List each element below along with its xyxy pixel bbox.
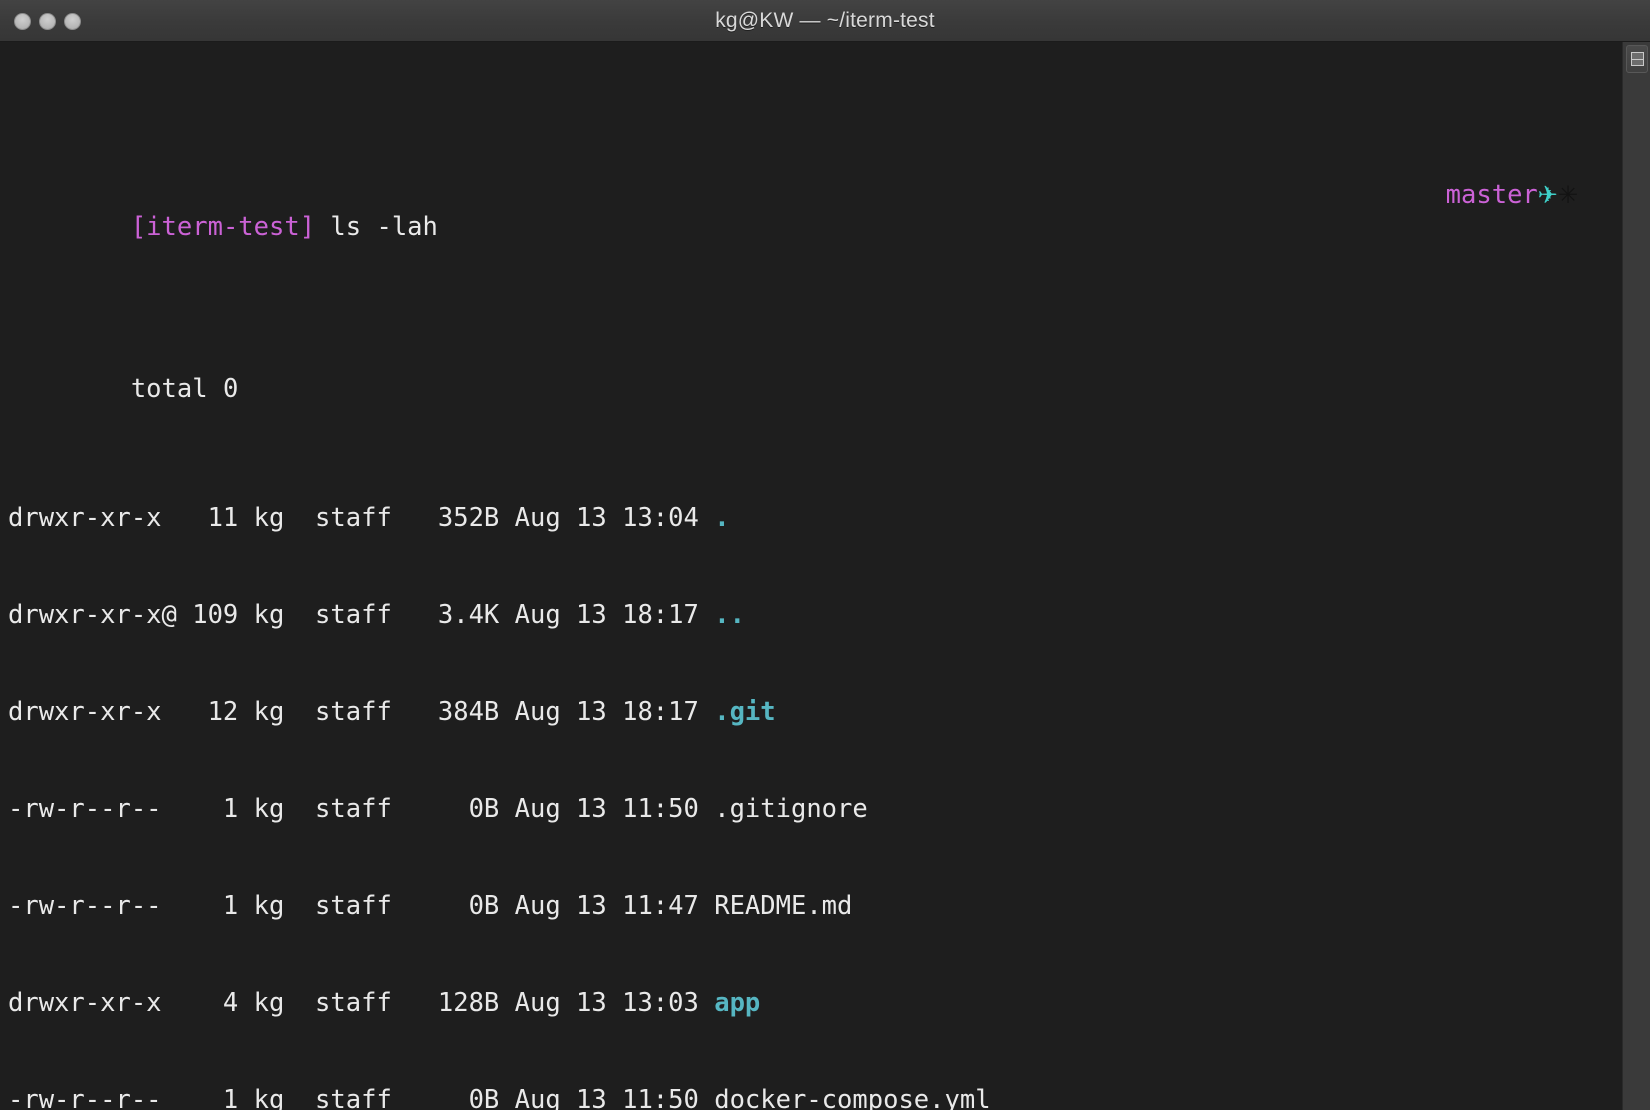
terminal-screen: [iterm-test] ls -lah master ✈ ✳ total 0 … xyxy=(0,42,1650,1110)
minimize-button[interactable] xyxy=(39,12,56,30)
ls-total-text: total 0 xyxy=(130,373,239,404)
shell-prompt: [iterm-test] xyxy=(130,212,316,243)
window-titlebar[interactable]: kg@KW — ~/iterm-test xyxy=(0,0,1650,42)
ls-row-name: app xyxy=(714,987,761,1018)
command-text: ls -lah xyxy=(315,212,438,243)
zoom-button[interactable] xyxy=(64,12,81,30)
window-controls xyxy=(14,0,81,42)
ls-row-meta: drwxr-xr-x 12 kg staff 384B Aug 13 18:17 xyxy=(8,696,715,727)
ls-row: -rw-r--r-- 1 kg staff 0B Aug 13 11:47 RE… xyxy=(0,890,1650,922)
git-status-segment: master ✈ ✳ xyxy=(1446,179,1578,211)
ls-row-meta: -rw-r--r-- 1 kg staff 0B Aug 13 11:47 xyxy=(8,890,715,921)
ls-row-name: .gitignore xyxy=(714,793,868,824)
git-branch-label: master xyxy=(1445,180,1538,211)
ls-row-meta: -rw-r--r-- 1 kg staff 0B Aug 13 11:50 xyxy=(8,793,715,824)
airplane-icon: ✈ xyxy=(1537,181,1558,210)
ls-row-name: . xyxy=(714,503,730,534)
ls-row-name: .. xyxy=(714,600,745,631)
ls-row: drwxr-xr-x@ 109 kg staff 3.4K Aug 13 18:… xyxy=(0,599,1650,631)
command-line-ls: [iterm-test] ls -lah master ✈ ✳ xyxy=(0,179,1650,242)
window-title: kg@KW — ~/iterm-test xyxy=(715,8,935,32)
close-button[interactable] xyxy=(14,12,31,30)
ls-row: drwxr-xr-x 11 kg staff 352B Aug 13 13:04… xyxy=(0,502,1650,534)
ls-row-meta: drwxr-xr-x 11 kg staff 352B Aug 13 13:04 xyxy=(8,503,715,534)
terminal-body[interactable]: [iterm-test] ls -lah master ✈ ✳ total 0 … xyxy=(0,42,1650,1110)
ls-row-meta: drwxr-xr-x@ 109 kg staff 3.4K Aug 13 18:… xyxy=(8,600,715,631)
vertical-scrollbar[interactable] xyxy=(1622,42,1650,1110)
scrollbar-thumb-grip-icon xyxy=(1630,52,1644,66)
asterisk-icon: ✳ xyxy=(1557,181,1578,210)
ls-row: drwxr-xr-x 12 kg staff 384B Aug 13 18:17… xyxy=(0,696,1650,728)
ls-row-name: .git xyxy=(714,696,776,727)
ls-row-meta: -rw-r--r-- 1 kg staff 0B Aug 13 11:50 xyxy=(8,1084,715,1110)
scrollbar-thumb[interactable] xyxy=(1626,45,1648,73)
ls-row: -rw-r--r-- 1 kg staff 0B Aug 13 11:50 .g… xyxy=(0,793,1650,825)
ls-row: drwxr-xr-x 4 kg staff 128B Aug 13 13:03 … xyxy=(0,987,1650,1019)
ls-row: -rw-r--r-- 1 kg staff 0B Aug 13 11:50 do… xyxy=(0,1084,1650,1110)
ls-row-name: README.md xyxy=(714,890,853,921)
terminal-window: kg@KW — ~/iterm-test [iterm-test] ls -la… xyxy=(0,0,1650,1110)
ls-row-meta: drwxr-xr-x 4 kg staff 128B Aug 13 13:03 xyxy=(8,987,715,1018)
ls-row-name: docker-compose.yml xyxy=(714,1084,991,1110)
ls-total-line: total 0 xyxy=(0,341,1650,404)
